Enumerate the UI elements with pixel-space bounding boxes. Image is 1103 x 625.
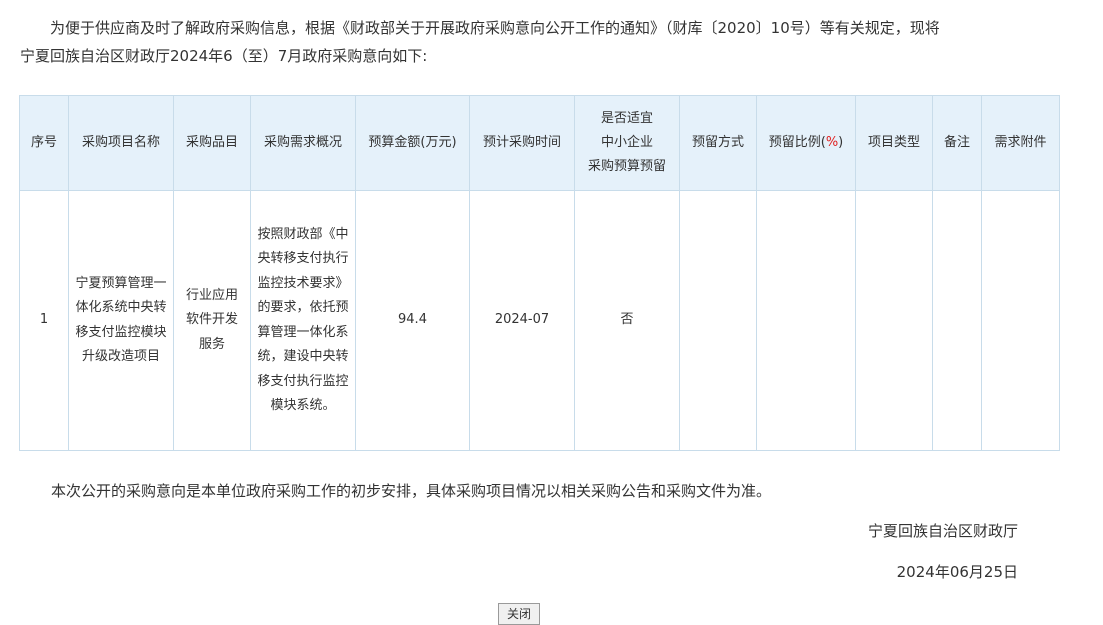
cell-remark	[932, 190, 982, 451]
cell-project-type	[855, 190, 933, 451]
header-sme: 是否适宜 中小企业 采购预算预留	[574, 95, 680, 191]
header-category: 采购品目	[173, 95, 251, 191]
header-project-name: 采购项目名称	[68, 95, 174, 191]
header-time: 预计采购时间	[469, 95, 575, 191]
table-header-row: 序号 采购项目名称 采购品目 采购需求概况 预算金额(万元) 预计采购时间 是否…	[19, 95, 1060, 191]
header-seq: 序号	[19, 95, 69, 191]
header-remark: 备注	[932, 95, 982, 191]
publish-date: 2024年06月25日	[896, 563, 1018, 581]
table-row: 1 宁夏预算管理一体化系统中央转移支付监控模块升级改造项目 行业应用软件开发服务…	[19, 190, 1060, 451]
header-reserve-ratio-prefix: 预留比例(	[768, 135, 826, 150]
header-reserve-method: 预留方式	[679, 95, 757, 191]
intro-line-2: 宁夏回族自治区财政厅2024年6（至）7月政府采购意向如下:	[20, 47, 428, 65]
header-reserve-ratio-suffix: )	[838, 135, 844, 150]
cell-attachment	[981, 190, 1060, 451]
close-button[interactable]: 关闭	[498, 603, 540, 625]
cell-time: 2024-07	[469, 190, 575, 451]
cell-demand: 按照财政部《中央转移支付执行监控技术要求》的要求，依托预算管理一体化系统，建设中…	[250, 190, 356, 451]
intro-text: 为便于供应商及时了解政府采购信息，根据《财政部关于开展政府采购意向公开工作的通知…	[20, 14, 1060, 70]
cell-project-name: 宁夏预算管理一体化系统中央转移支付监控模块升级改造项目	[68, 190, 174, 451]
header-attachment: 需求附件	[981, 95, 1060, 191]
cell-seq: 1	[19, 190, 69, 451]
cell-reserve-ratio	[756, 190, 856, 451]
header-reserve-ratio: 预留比例(%)	[756, 95, 856, 191]
header-sme-line-1: 是否适宜	[600, 111, 653, 126]
header-project-type: 项目类型	[855, 95, 933, 191]
cell-sme: 否	[574, 190, 680, 451]
footnote: 本次公开的采购意向是本单位政府采购工作的初步安排，具体采购项目情况以相关采购公告…	[51, 482, 772, 500]
header-sme-line-2: 中小企业	[600, 135, 653, 150]
cell-budget: 94.4	[355, 190, 470, 451]
header-budget: 预算金额(万元)	[355, 95, 470, 191]
signature: 宁夏回族自治区财政厅	[867, 522, 1018, 540]
cell-reserve-method	[679, 190, 757, 451]
intro-line-1: 为便于供应商及时了解政府采购信息，根据《财政部关于开展政府采购意向公开工作的通知…	[50, 19, 940, 37]
header-demand: 采购需求概况	[250, 95, 356, 191]
cell-category: 行业应用软件开发服务	[173, 190, 251, 451]
header-reserve-ratio-percent: %	[825, 135, 839, 150]
header-sme-line-3: 采购预算预留	[587, 159, 666, 174]
procurement-intent-table: 序号 采购项目名称 采购品目 采购需求概况 预算金额(万元) 预计采购时间 是否…	[19, 95, 1060, 451]
